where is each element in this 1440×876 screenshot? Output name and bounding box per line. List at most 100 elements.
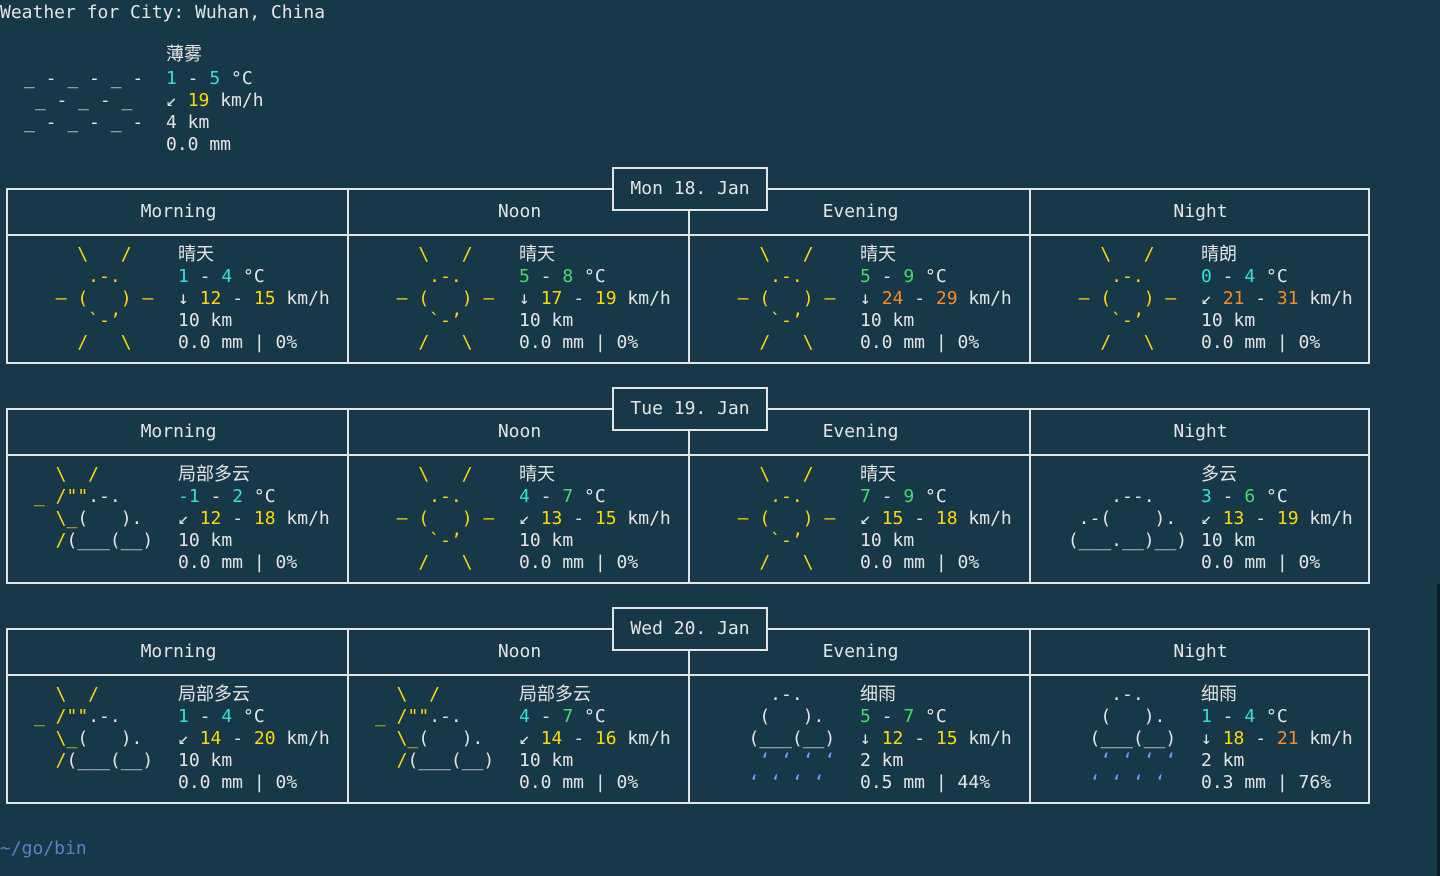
- period-cell: \ / .-. ― ( ) ― `-’ / \ 晴天 7 - 9 °C ↙ 15 -…: [690, 456, 1031, 584]
- rain-icon: .-. ( ). (___(__) ‘ ‘ ‘ ‘ ‘ ‘ ‘ ‘: [1057, 684, 1198, 793]
- precipitation: 0.0 mm | 0%: [178, 772, 298, 793]
- precipitation: 0.0 mm | 0%: [1201, 332, 1321, 353]
- temperature-range: 4 - 7 °C: [519, 486, 606, 507]
- period-cell: .-. ( ). (___(__) ‘ ‘ ‘ ‘ ‘ ‘ ‘ ‘ 细雨 1 - …: [1031, 676, 1370, 804]
- wind-range: ↓ 17 - 19 km/h: [519, 288, 671, 309]
- wind-range: ↓ 12 - 15 km/h: [860, 728, 1012, 749]
- condition-label: 局部多云: [178, 684, 250, 705]
- condition-label: 多云: [1201, 464, 1237, 485]
- sunny-icon: \ / .-. ― ( ) ― `-’ / \: [716, 244, 857, 353]
- date-label: Tue 19. Jan: [612, 387, 768, 431]
- wind-arrow-icon: ↙: [519, 728, 530, 749]
- precipitation: 0.5 mm | 44%: [860, 772, 991, 793]
- wind-arrow-icon: ↙: [178, 728, 189, 749]
- day-forecast-table: Morning Noon Evening Night Wed 20. Jan \ / _…: [6, 607, 1370, 804]
- temperature-range: 4 - 7 °C: [519, 706, 606, 727]
- current-condition: 薄雾: [166, 44, 202, 65]
- temperature-range: 1 - 4 °C: [178, 266, 265, 287]
- wind-arrow-icon: ↓: [860, 728, 871, 749]
- wind-arrow-icon: ↙: [1201, 508, 1212, 529]
- wind-range: ↙ 12 - 18 km/h: [178, 508, 330, 529]
- condition-label: 晴天: [178, 244, 214, 265]
- visibility: 2 km: [860, 750, 904, 771]
- condition-label: 晴天: [519, 244, 555, 265]
- temperature-range: 1 - 4 °C: [1201, 706, 1288, 727]
- precipitation: 0.0 mm | 0%: [519, 772, 639, 793]
- period-cell: \ / .-. ― ( ) ― `-’ / \ 晴朗 0 - 4 °C ↙ 21 -…: [1031, 236, 1370, 364]
- wind-arrow-icon: ↙: [1201, 288, 1212, 309]
- partly-icon: \ / _ /"".-. \_( ). /(___(__): [375, 684, 506, 771]
- visibility: 10 km: [178, 530, 233, 551]
- temperature-range: 5 - 7 °C: [860, 706, 947, 727]
- temperature-range: 3 - 6 °C: [1201, 486, 1288, 507]
- sunny-icon: \ / .-. ― ( ) ― `-’ / \: [1057, 244, 1198, 353]
- condition-label: 局部多云: [519, 684, 591, 705]
- period-label-night: Night: [1173, 201, 1228, 222]
- period-details: 晴天 1 - 4 °C ↓ 12 - 15 km/h 10 km 0.0 mm | 0%: [178, 244, 330, 354]
- sunny-icon: \ / .-. ― ( ) ― `-’ / \: [34, 244, 175, 353]
- period-cell: \ / _ /"".-. \_( ). /(___(__) 局部多云 -1 - 2…: [8, 456, 349, 584]
- visibility: 10 km: [860, 530, 915, 551]
- visibility: 10 km: [519, 310, 574, 331]
- period-details: 晴天 5 - 8 °C ↓ 17 - 19 km/h 10 km 0.0 mm | 0%: [519, 244, 671, 354]
- wind-arrow-icon: ↙: [860, 508, 871, 529]
- page-title: Weather for City: Wuhan, China: [0, 2, 326, 23]
- wind-range: ↙ 13 - 15 km/h: [519, 508, 671, 529]
- wind-range: ↙ 21 - 31 km/h: [1201, 288, 1353, 309]
- current-temperature: 1 - 5 °C: [166, 68, 253, 89]
- period-details: 晴天 5 - 9 °C ↓ 24 - 29 km/h 10 km 0.0 mm | 0%: [860, 244, 1012, 354]
- period-details: 细雨 5 - 7 °C ↓ 12 - 15 km/h 2 km 0.5 mm | 44%: [860, 684, 1012, 794]
- sunny-icon: \ / .-. ― ( ) ― `-’ / \: [375, 464, 516, 573]
- visibility: 2 km: [1201, 750, 1245, 771]
- visibility: 10 km: [519, 750, 574, 771]
- sunny-icon: \ / .-. ― ( ) ― `-’ / \: [375, 244, 516, 353]
- day-forecast-table: Morning Noon Evening Night Mon 18. Jan \ / .…: [6, 167, 1370, 364]
- rain-icon: .-. ( ). (___(__) ‘ ‘ ‘ ‘ ‘ ‘ ‘ ‘: [716, 684, 857, 793]
- condition-label: 晴天: [860, 464, 896, 485]
- precipitation: 0.0 mm | 0%: [178, 332, 298, 353]
- wind-arrow-icon: ↓: [860, 288, 871, 309]
- period-details: 晴天 4 - 7 °C ↙ 13 - 15 km/h 10 km 0.0 mm | 0%: [519, 464, 671, 574]
- period-cell: \ / .-. ― ( ) ― `-’ / \ 晴天 5 - 8 °C ↓ 17 -…: [349, 236, 690, 364]
- temperature-range: 1 - 4 °C: [178, 706, 265, 727]
- period-details: 局部多云 -1 - 2 °C ↙ 12 - 18 km/h 10 km 0.0 mm |…: [178, 464, 330, 574]
- current-visibility: 4 km: [166, 112, 210, 133]
- period-cell: \ / _ /"".-. \_( ). /(___(__) 局部多云 1 - 4 …: [8, 676, 349, 804]
- partly-icon: \ / _ /"".-. \_( ). /(___(__): [34, 684, 165, 771]
- period-cell: .-. ( ). (___(__) ‘ ‘ ‘ ‘ ‘ ‘ ‘ ‘ 细雨 5 - …: [690, 676, 1031, 804]
- wind-range: ↙ 13 - 19 km/h: [1201, 508, 1353, 529]
- fog-icon: _ - _ - _ - _ - _ - _ _ - _ - _ -: [24, 68, 144, 133]
- condition-label: 细雨: [860, 684, 896, 705]
- condition-label: 晴朗: [1201, 244, 1237, 265]
- period-cell: \ / _ /"".-. \_( ). /(___(__) 局部多云 4 - 7 …: [349, 676, 690, 804]
- sunny-icon: \ / .-. ― ( ) ― `-’ / \: [716, 464, 857, 573]
- wind-arrow-icon: ↓: [178, 288, 189, 309]
- current-precipitation: 0.0 mm: [166, 134, 232, 155]
- period-label-night: Night: [1173, 421, 1228, 442]
- wind-range: ↓ 18 - 21 km/h: [1201, 728, 1353, 749]
- period-cell: \ / .-. ― ( ) ― `-’ / \ 晴天 1 - 4 °C ↓ 12 -…: [8, 236, 349, 364]
- precipitation: 0.0 mm | 0%: [860, 552, 980, 573]
- visibility: 10 km: [860, 310, 915, 331]
- shell-prompt: ~/go/bin: [0, 838, 87, 859]
- precipitation: 0.3 mm | 76%: [1201, 772, 1332, 793]
- day-forecast-table: Morning Noon Evening Night Tue 19. Jan \ / _…: [6, 387, 1370, 584]
- period-label-morning: Morning: [140, 421, 217, 442]
- wind-arrow-icon: ↓: [519, 288, 530, 309]
- wind-range: ↙ 15 - 18 km/h: [860, 508, 1012, 529]
- precipitation: 0.0 mm | 0%: [178, 552, 298, 573]
- date-label: Mon 18. Jan: [612, 167, 768, 211]
- condition-label: 晴天: [519, 464, 555, 485]
- wind-arrow-icon: ↙: [178, 508, 189, 529]
- visibility: 10 km: [178, 310, 233, 331]
- period-cell: \ / .-. ― ( ) ― `-’ / \ 晴天 5 - 9 °C ↓ 24 -…: [690, 236, 1031, 364]
- condition-label: 细雨: [1201, 684, 1237, 705]
- temperature-range: -1 - 2 °C: [178, 486, 276, 507]
- precipitation: 0.0 mm | 0%: [860, 332, 980, 353]
- visibility: 10 km: [178, 750, 233, 771]
- temperature-range: 5 - 8 °C: [519, 266, 606, 287]
- period-cell: .--. .-( ). (___.__)__) 多云 3 - 6 °C ↙ 13 -…: [1031, 456, 1370, 584]
- period-cell: \ / .-. ― ( ) ― `-’ / \ 晴天 4 - 7 °C ↙ 13 -…: [349, 456, 690, 584]
- precipitation: 0.0 mm | 0%: [519, 552, 639, 573]
- temperature-range: 5 - 9 °C: [860, 266, 947, 287]
